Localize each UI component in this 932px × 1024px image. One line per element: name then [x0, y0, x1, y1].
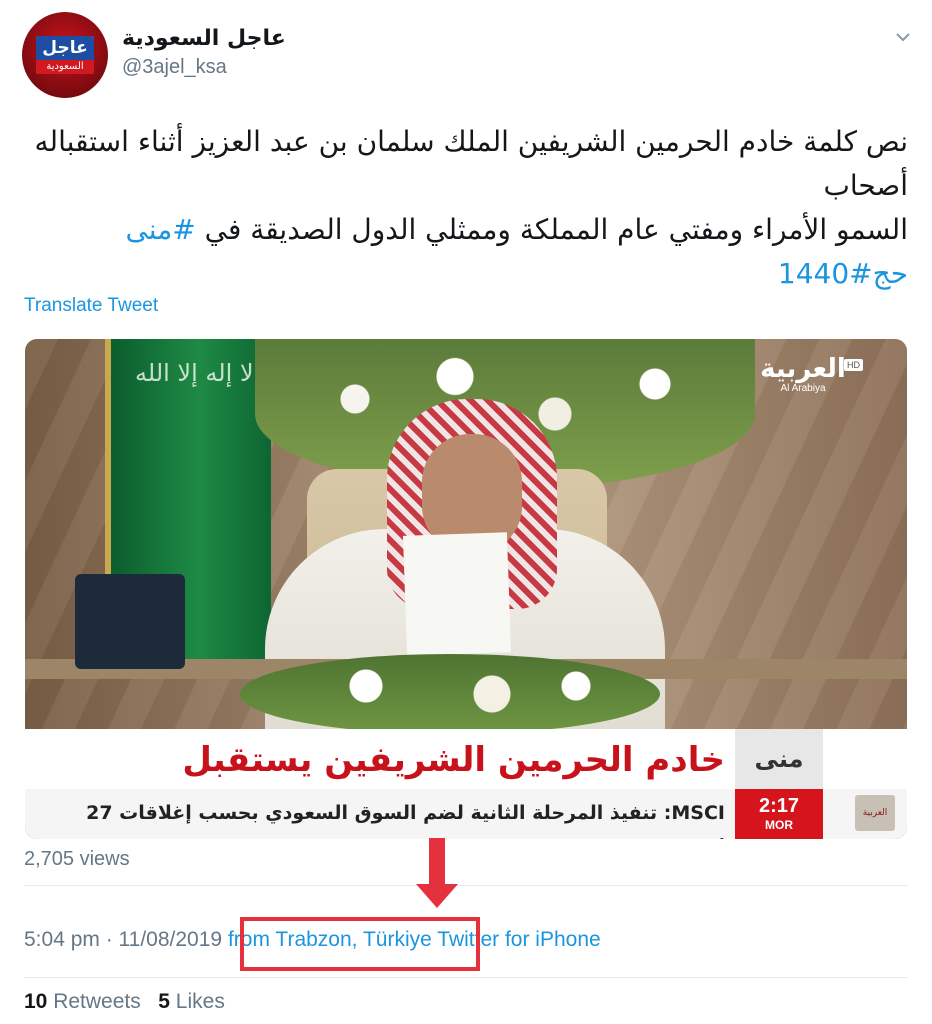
tweet-line-2-text: السمو الأمراء ومفتي عام المملكة وممثلي ا…: [195, 213, 908, 246]
display-name[interactable]: عاجل السعودية: [122, 26, 286, 51]
user-handle[interactable]: @3ajel_ksa: [122, 56, 227, 79]
news-location: منى: [754, 745, 804, 773]
mini-channel-logo: العربية: [855, 795, 895, 831]
tweet-line-2: السمو الأمراء ومفتي عام المملكة وممثلي ا…: [18, 208, 908, 252]
view-count: 2,705 views: [24, 848, 130, 870]
retweets-label: Retweets: [53, 990, 141, 1013]
tweet-line-1: نص كلمة خادم الحرمين الشريفين الملك سلما…: [34, 125, 908, 202]
retweets-stat[interactable]: 10 Retweets: [24, 990, 141, 1013]
avatar-logo: عاجل السعودية: [36, 36, 94, 74]
likes-label: Likes: [175, 990, 225, 1013]
alarabiya-logo: العربية Al Arabiya HD: [743, 355, 863, 399]
avatar-logo-top: عاجل: [36, 36, 94, 60]
tweet-media-image[interactable]: لا إله إلا الله العربية Al Arabiya HD خا…: [25, 339, 907, 839]
tweet-line-3: حج#1440: [18, 252, 908, 296]
likes-count: 5: [158, 990, 170, 1013]
clock-zone: MOR: [765, 818, 793, 832]
avatar[interactable]: عاجل السعودية: [22, 12, 108, 98]
flower-arrangement-bottom: [240, 654, 660, 734]
news-ticker: MSCI: تنفيذ المرحلة الثانية لضم السوق ال…: [86, 802, 725, 824]
down-arrow-head: [416, 884, 458, 908]
clock-box: 2:17 MOR: [735, 789, 823, 839]
likes-stat[interactable]: 5 Likes: [158, 990, 225, 1013]
hashtag-hajj1440[interactable]: حج#1440: [778, 257, 908, 290]
logo-english: Al Arabiya: [780, 383, 826, 394]
divider-top: [24, 885, 908, 886]
tweet-text: نص كلمة خادم الحرمين الشريفين الملك سلما…: [18, 120, 908, 296]
hd-badge: HD: [844, 359, 863, 371]
news-headline: خادم الحرمين الشريفين يستقبل قيادات أمن …: [182, 740, 725, 834]
translate-tweet-link[interactable]: Translate Tweet: [24, 295, 158, 317]
clock-time: 2:17: [758, 795, 800, 817]
mini-logo-text: العربية: [862, 808, 888, 818]
hashtag-mina[interactable]: #منى: [125, 213, 195, 246]
desk-phone: [75, 574, 185, 669]
tweet-timestamp[interactable]: 5:04 pm · 11/08/2019: [24, 928, 222, 951]
flag-text: لا إله إلا الله: [135, 359, 254, 387]
retweets-count: 10: [24, 990, 48, 1013]
paper-sheet: [402, 532, 512, 656]
tweet-stats: 10 Retweets 5 Likes: [24, 990, 225, 1014]
highlight-box-annotation: [240, 917, 480, 971]
avatar-logo-bottom: السعودية: [36, 60, 94, 74]
divider-bottom: [24, 977, 908, 978]
chevron-down-icon[interactable]: [894, 30, 912, 44]
